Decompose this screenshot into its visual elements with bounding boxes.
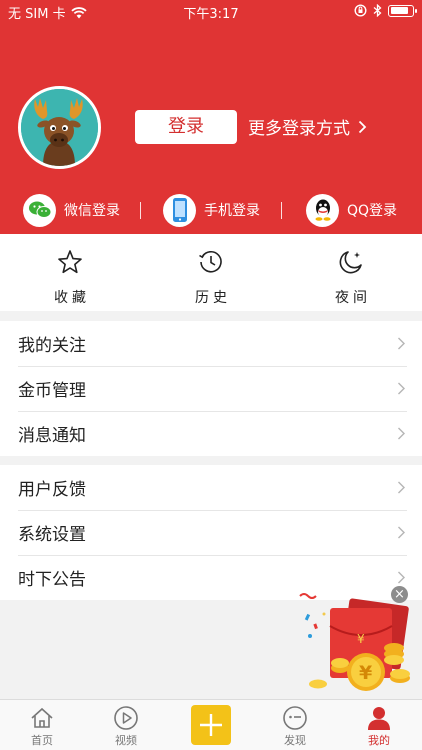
menu-item-settings[interactable]: 系统设置 bbox=[0, 510, 422, 555]
phone-login-button[interactable]: 手机登录 bbox=[163, 192, 260, 228]
phone-icon bbox=[163, 193, 196, 227]
history-icon bbox=[199, 250, 222, 273]
chevron-right-icon bbox=[398, 526, 405, 539]
menu-item-feedback[interactable]: 用户反馈 bbox=[0, 465, 422, 510]
chevron-right-icon bbox=[398, 571, 405, 584]
divider bbox=[140, 202, 141, 219]
menu-item-following[interactable]: 我的关注 bbox=[0, 321, 422, 366]
star-icon bbox=[58, 250, 82, 274]
plus-icon bbox=[200, 714, 222, 736]
menu-item-label: 我的关注 bbox=[18, 336, 86, 356]
orientation-lock-icon bbox=[354, 4, 367, 17]
menu-group-account: 我的关注 金币管理 消息通知 bbox=[0, 321, 422, 456]
phone-login-label: 手机登录 bbox=[204, 203, 260, 219]
favorites-button[interactable]: 收藏 bbox=[30, 248, 110, 307]
svg-text:¥: ¥ bbox=[359, 662, 372, 684]
user-icon bbox=[368, 707, 390, 730]
favorites-label: 收藏 bbox=[54, 290, 90, 306]
wechat-login-label: 微信登录 bbox=[64, 203, 120, 219]
menu-item-notifications[interactable]: 消息通知 bbox=[0, 411, 422, 456]
wechat-icon bbox=[23, 193, 56, 227]
night-mode-button[interactable]: 夜间 bbox=[311, 248, 391, 307]
tab-me[interactable]: 我的 bbox=[349, 705, 409, 748]
battery-icon bbox=[388, 4, 417, 17]
profile-header: 无 SIM 卡 下午3:17 登录 更多登录方式 微信登录 手机登录 QQ登录 bbox=[0, 0, 422, 234]
play-icon bbox=[114, 706, 138, 730]
red-envelope-icon: ¥ ¥ bbox=[299, 593, 410, 691]
night-mode-label: 夜间 bbox=[335, 290, 371, 306]
status-bar: 无 SIM 卡 下午3:17 bbox=[0, 0, 422, 24]
moose-avatar-icon bbox=[21, 89, 98, 166]
chevron-right-icon bbox=[398, 427, 405, 440]
avatar[interactable] bbox=[18, 86, 101, 169]
menu-item-label: 时下公告 bbox=[18, 570, 86, 590]
more-login-label: 更多登录方式 bbox=[248, 119, 350, 139]
red-envelope-ad[interactable]: ¥ ¥ × bbox=[290, 586, 422, 698]
chevron-right-icon bbox=[358, 120, 367, 133]
tab-me-label: 我的 bbox=[368, 734, 390, 747]
chevron-right-icon bbox=[398, 382, 405, 395]
menu-item-label: 消息通知 bbox=[18, 426, 86, 446]
chevron-right-icon bbox=[398, 337, 405, 350]
qq-icon bbox=[306, 193, 339, 227]
moon-icon bbox=[339, 251, 362, 274]
menu-item-coins[interactable]: 金币管理 bbox=[0, 366, 422, 411]
menu-item-label: 金币管理 bbox=[18, 381, 86, 401]
close-icon[interactable]: × bbox=[391, 586, 408, 603]
menu-item-label: 用户反馈 bbox=[18, 480, 86, 500]
menu-item-label: 系统设置 bbox=[18, 525, 86, 545]
home-icon bbox=[31, 707, 53, 728]
menu-group-system: 用户反馈 系统设置 时下公告 bbox=[0, 465, 422, 600]
history-button[interactable]: 历史 bbox=[171, 248, 251, 307]
login-button[interactable]: 登录 bbox=[135, 110, 237, 144]
publish-button[interactable] bbox=[191, 705, 231, 745]
tab-video-label: 视频 bbox=[115, 734, 137, 747]
tab-video[interactable]: 视频 bbox=[96, 705, 156, 748]
qq-login-button[interactable]: QQ登录 bbox=[306, 192, 397, 228]
tab-discover-label: 发现 bbox=[284, 734, 306, 747]
history-label: 历史 bbox=[195, 290, 231, 306]
bluetooth-icon bbox=[373, 4, 382, 17]
chevron-right-icon bbox=[398, 481, 405, 494]
tab-bar: 首页 视频 发现 我的 bbox=[0, 699, 422, 750]
svg-text:¥: ¥ bbox=[357, 632, 365, 646]
quick-actions: 收藏 历史 夜间 bbox=[0, 234, 422, 311]
login-methods: 微信登录 手机登录 QQ登录 bbox=[0, 192, 422, 228]
tab-discover[interactable]: 发现 bbox=[265, 705, 325, 748]
battery-level bbox=[390, 7, 408, 14]
qq-login-label: QQ登录 bbox=[347, 203, 398, 219]
wechat-login-button[interactable]: 微信登录 bbox=[23, 192, 120, 228]
tab-home-label: 首页 bbox=[31, 734, 53, 747]
divider bbox=[281, 202, 282, 219]
tab-home[interactable]: 首页 bbox=[12, 705, 72, 748]
discover-icon bbox=[283, 706, 307, 730]
more-login-options-link[interactable]: 更多登录方式 bbox=[248, 114, 367, 139]
